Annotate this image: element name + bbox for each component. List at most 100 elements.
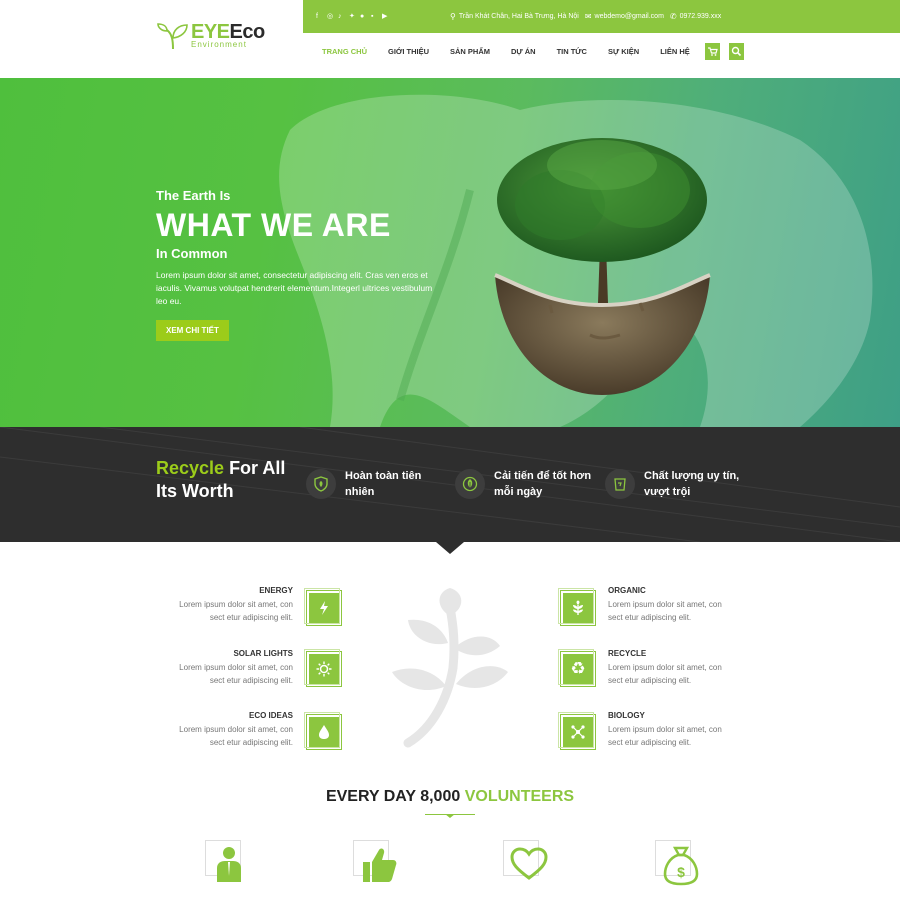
service-organic-desc1: Lorem ipsum dolor sit amet, con (608, 600, 722, 609)
pinterest-icon[interactable]: ● (360, 13, 366, 20)
service-recycle-desc1: Lorem ipsum dolor sit amet, con (608, 663, 722, 672)
service-energy-desc2: sect etur adipiscing elit. (209, 613, 293, 622)
main-nav: TRANG CHỦ GIỚI THIỆU SẢN PHẨM DỰ ÁN TIN … (322, 47, 711, 56)
band-title: Recycle For All Its Worth (156, 457, 285, 503)
service-biology: BIOLOGY Lorem ipsum dolor sit amet, con s… (608, 711, 808, 749)
money-bag-icon: $ (663, 846, 699, 886)
lightning-icon (320, 601, 328, 615)
logo-text: EYEEco Environment (191, 22, 265, 49)
search-icon (731, 46, 742, 57)
nav-item-lien-he[interactable]: LIÊN HỆ (660, 47, 690, 56)
service-recycle-desc2: sect etur adipiscing elit. (608, 676, 692, 685)
thumbs-up-icon (363, 848, 397, 882)
instagram-icon[interactable]: ◎ (327, 13, 333, 20)
email-text[interactable]: webdemo@gmail.com (595, 13, 664, 20)
feature-natural: Hoàn toàn tiên nhiên (306, 469, 421, 500)
band-pattern (0, 427, 900, 542)
service-solar-title: SOLAR LIGHTS (233, 649, 293, 658)
facebook-icon[interactable]: f (316, 13, 322, 20)
service-solar: SOLAR LIGHTS Lorem ipsum dolor sit amet,… (93, 649, 293, 687)
service-eco-ideas-title: ECO IDEAS (248, 711, 293, 720)
youtube-icon[interactable]: ▶ (382, 13, 388, 20)
hero-text: The Earth Is WHAT WE ARE In Common Lorem… (156, 188, 441, 341)
feature-improve: Cải tiến để tốt hơn mỗi ngày (455, 469, 591, 500)
service-biology-title: BIOLOGY (608, 711, 645, 720)
hero-detail-button[interactable]: XEM CHI TIẾT (156, 320, 229, 341)
volunteers-title: EVERY DAY 8,000 VOLUNTEERS (0, 788, 900, 806)
service-biology-desc2: sect etur adipiscing elit. (608, 738, 692, 747)
service-organic-title: ORGANIC (608, 586, 646, 595)
band-title-line2: Its Worth (156, 481, 234, 501)
nav-item-san-pham[interactable]: SẢN PHẨM (450, 47, 490, 56)
volunteers-title-prefix: EVERY DAY 8,000 (325, 788, 465, 805)
envelope-icon: ✉ (584, 12, 592, 21)
service-energy-desc1: Lorem ipsum dolor sit amet, con (179, 600, 293, 609)
volunteer-donation: $ (655, 840, 703, 888)
address-text: Trần Khát Chân, Hai Bà Trưng, Hà Nội (458, 13, 579, 20)
nav-item-tin-tuc[interactable]: TIN TỨC (557, 47, 587, 56)
feature-natural-line1: Hoàn toàn tiên (345, 470, 422, 482)
social-links: f ◎ ♪ ✦ ● ▪ ▶ (316, 13, 388, 20)
nav-item-trang-chu[interactable]: TRANG CHỦ (322, 47, 367, 56)
feature-quality-line1: Chất lượng uy tín, (644, 470, 740, 482)
service-solar-icon-box[interactable] (304, 649, 341, 686)
logo[interactable]: EYEEco Environment (157, 22, 265, 56)
contact-info: ⚲ Trần Khát Chân, Hai Bà Trưng, Hà Nội ✉… (450, 12, 721, 21)
email[interactable]: ✉ webdemo@gmail.com (585, 12, 664, 21)
service-recycle-title: RECYCLE (608, 649, 647, 658)
site-header: f ◎ ♪ ✦ ● ▪ ▶ ⚲ Trần Khát Chân, Hai Bà T… (0, 0, 900, 78)
plant-icon (573, 600, 583, 615)
recycle-bin-icon (605, 469, 635, 499)
service-solar-desc1: Lorem ipsum dolor sit amet, con (179, 663, 293, 672)
svg-text:$: $ (677, 864, 685, 880)
cart-button[interactable] (705, 43, 720, 60)
shield-leaf-icon (306, 469, 336, 499)
volunteer-person (205, 840, 253, 888)
phone-text[interactable]: 0972.939.xxx (680, 13, 722, 20)
service-recycle: RECYCLE Lorem ipsum dolor sit amet, con s… (608, 649, 808, 687)
leaf-circle-icon (455, 469, 485, 499)
service-organic-desc2: sect etur adipiscing elit. (608, 613, 692, 622)
service-biology-icon-box[interactable] (558, 712, 595, 749)
service-energy-icon-box[interactable] (304, 588, 341, 625)
sun-icon (316, 661, 332, 677)
molecule-icon (571, 725, 585, 739)
service-biology-desc1: Lorem ipsum dolor sit amet, con (608, 725, 722, 734)
service-energy-title: ENERGY (259, 586, 293, 595)
leaf-branch-icon (392, 588, 508, 748)
twitter-icon[interactable]: ✦ (349, 13, 355, 20)
volunteer-heart (503, 840, 551, 888)
person-icon (217, 847, 241, 882)
hero-description: Lorem ipsum dolor sit amet, consectetur … (156, 270, 433, 306)
nav-item-gioi-thieu[interactable]: GIỚI THIỆU (388, 47, 429, 56)
map-pin-icon: ⚲ (450, 12, 456, 21)
tiktok-icon[interactable]: ♪ (338, 13, 344, 20)
feature-quality: Chất lượng uy tín, vượt trội (605, 469, 739, 500)
cart-icon (708, 47, 718, 56)
linkedin-icon[interactable]: ▪ (371, 13, 377, 20)
phone[interactable]: ✆ 0972.939.xxx (670, 12, 721, 21)
nav-item-su-kien[interactable]: SỰ KIỆN (608, 47, 639, 56)
volunteers-title-highlight: VOLUNTEERS (464, 788, 575, 805)
service-eco-ideas-icon-box[interactable] (304, 712, 341, 749)
sprout-icon (157, 23, 188, 50)
search-button[interactable] (729, 43, 744, 60)
hero-banner: The Earth Is WHAT WE ARE In Common Lorem… (0, 70, 900, 427)
service-eco-ideas: ECO IDEAS Lorem ipsum dolor sit amet, co… (93, 711, 293, 749)
hero-subtitle: In Common (156, 246, 228, 261)
band-title-rest: For All (224, 458, 286, 478)
recycle-icon: ♻ (570, 658, 586, 679)
nav-item-du-an[interactable]: DỰ ÁN (511, 47, 536, 56)
service-organic-icon-box[interactable] (558, 588, 595, 625)
band-notch (436, 542, 464, 554)
service-organic: ORGANIC Lorem ipsum dolor sit amet, con s… (608, 586, 808, 624)
hero-title: WHAT WE ARE (156, 207, 391, 243)
page: f ◎ ♪ ✦ ● ▪ ▶ ⚲ Trần Khát Chân, Hai Bà T… (0, 0, 900, 900)
water-drop-icon (319, 725, 329, 739)
service-solar-desc2: sect etur adipiscing elit. (209, 676, 293, 685)
address: ⚲ Trần Khát Chân, Hai Bà Trưng, Hà Nội (450, 12, 579, 21)
top-bar: f ◎ ♪ ✦ ● ▪ ▶ ⚲ Trần Khát Chân, Hai Bà T… (303, 0, 900, 33)
feature-quality-line2: vượt trội (644, 486, 691, 498)
volunteer-like (353, 840, 401, 888)
service-recycle-icon-box[interactable]: ♻ (558, 649, 595, 686)
